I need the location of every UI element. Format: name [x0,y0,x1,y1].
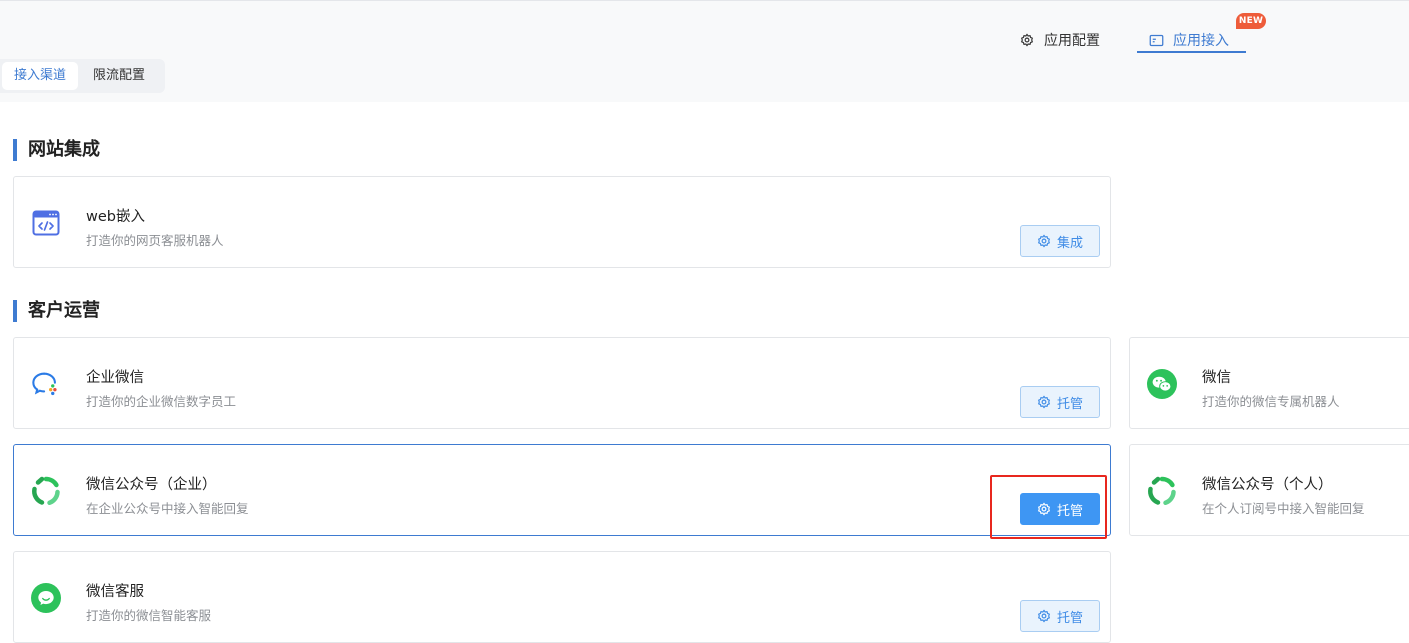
tab-app-access-label: 应用接入 [1173,33,1229,49]
subtab-access-channel[interactable]: 接入渠道 [2,62,79,90]
section-title-website: 网站集成 [13,139,100,161]
gear-icon [1037,234,1051,248]
wechat-icon [1147,369,1177,399]
card-wechat-service: 微信客服 打造你的微信智能客服 托管 [13,551,1111,643]
wecom-icon [31,369,61,399]
card-wecom: 企业微信 打造你的企业微信数字员工 托管 [13,337,1111,429]
monitor-icon [1148,32,1164,48]
card-title: 微信公众号（个人） [1202,477,1333,493]
gear-icon [1037,609,1051,623]
highlight-annotation-box [990,475,1107,539]
button-label: 托管 [1056,610,1083,626]
host-button[interactable]: 托管 [1020,600,1100,632]
tab-app-config-label: 应用配置 [1044,33,1100,49]
card-description: 打造你的微信专属机器人 [1202,394,1340,409]
card-wechat-official-enterprise: 微信公众号（企业） 在企业公众号中接入智能回复 托管 [13,444,1111,536]
card-wechat: 微信 打造你的微信专属机器人 [1129,337,1409,429]
wechat-official-icon [31,476,61,506]
gear-icon [1019,32,1035,48]
tab-app-access[interactable]: 应用接入 [1148,28,1229,52]
card-title: 微信 [1202,370,1231,386]
host-button[interactable]: 托管 [1020,386,1100,418]
new-badge: NEW [1236,13,1266,29]
top-bar: 应用配置 应用接入 NEW 接入渠道 限流配置 [0,0,1409,102]
active-tab-underline [1137,51,1246,53]
card-title: web嵌入 [86,209,145,225]
card-web-embed: web嵌入 打造你的网页客服机器人 集成 [13,176,1111,268]
card-description: 打造你的企业微信数字员工 [86,394,237,409]
card-description: 打造你的微信智能客服 [86,608,212,623]
wechat-service-icon [31,583,61,613]
card-description: 在个人订阅号中接入智能回复 [1202,501,1365,516]
subtab-group: 接入渠道 限流配置 [0,59,165,93]
card-wechat-official-personal: 微信公众号（个人） 在个人订阅号中接入智能回复 [1129,444,1409,536]
integrate-button[interactable]: 集成 [1020,225,1100,257]
gear-icon [1037,395,1051,409]
subtab-rate-limit[interactable]: 限流配置 [81,62,157,90]
wechat-official-icon [1147,476,1177,506]
card-title: 微信客服 [86,584,144,600]
button-label: 托管 [1056,396,1083,412]
card-title: 微信公众号（企业） [86,477,217,493]
button-label: 集成 [1056,235,1083,251]
card-description: 打造你的网页客服机器人 [86,233,224,248]
card-description: 在企业公众号中接入智能回复 [86,501,249,516]
card-title: 企业微信 [86,370,144,386]
tab-app-config[interactable]: 应用配置 [1019,28,1100,52]
section-title-customer-ops: 客户运营 [13,300,100,322]
web-code-icon [31,208,61,238]
